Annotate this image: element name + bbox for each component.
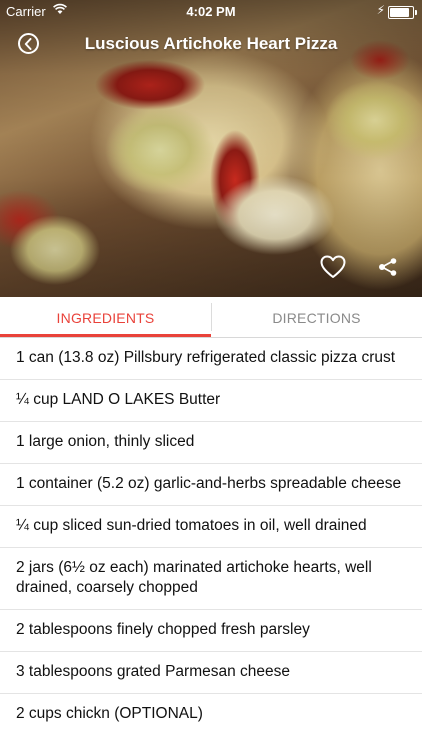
ingredients-list: 1 can (13.8 oz) Pillsbury refrigerated c…: [0, 338, 422, 735]
share-icon: [379, 258, 397, 276]
nav-bar: Luscious Artichoke Heart Pizza: [0, 22, 422, 66]
tab-ingredients[interactable]: INGREDIENTS: [0, 297, 211, 337]
ingredient-item: 2 tablespoons finely chopped fresh parsl…: [0, 610, 422, 652]
favorite-button[interactable]: [320, 255, 346, 284]
page-title: Luscious Artichoke Heart Pizza: [84, 34, 338, 53]
ingredient-item: ¼ cup LAND O LAKES Butter: [0, 380, 422, 422]
tab-directions[interactable]: DIRECTIONS: [211, 297, 422, 337]
ingredient-item: 1 can (13.8 oz) Pillsbury refrigerated c…: [0, 338, 422, 380]
share-button[interactable]: [378, 258, 398, 281]
ingredient-item: 3 tablespoons grated Parmesan cheese: [0, 652, 422, 694]
ingredient-item: ¼ cup sliced sun-dried tomatoes in oil, …: [0, 506, 422, 548]
ingredient-item: 2 cups chickn (OPTIONAL): [16, 705, 203, 722]
chevron-left-icon: [24, 38, 32, 50]
status-bar: Carrier 4:02 PM ⚡: [0, 0, 422, 22]
active-tab-indicator: [0, 334, 211, 337]
battery-icon: [388, 6, 417, 19]
ingredient-item: 1 large onion, thinly sliced: [0, 422, 422, 464]
charging-icon: ⚡: [376, 3, 385, 17]
clock: 4:02 PM: [186, 4, 236, 19]
heart-icon: [320, 255, 346, 278]
tab-bar: INGREDIENTS DIRECTIONS: [0, 297, 422, 338]
ingredient-item: 2 jars (6½ oz each) marinated artichoke …: [0, 548, 422, 610]
ingredient-item: 1 container (5.2 oz) garlic-and-herbs sp…: [0, 464, 422, 506]
back-button[interactable]: [18, 33, 39, 54]
